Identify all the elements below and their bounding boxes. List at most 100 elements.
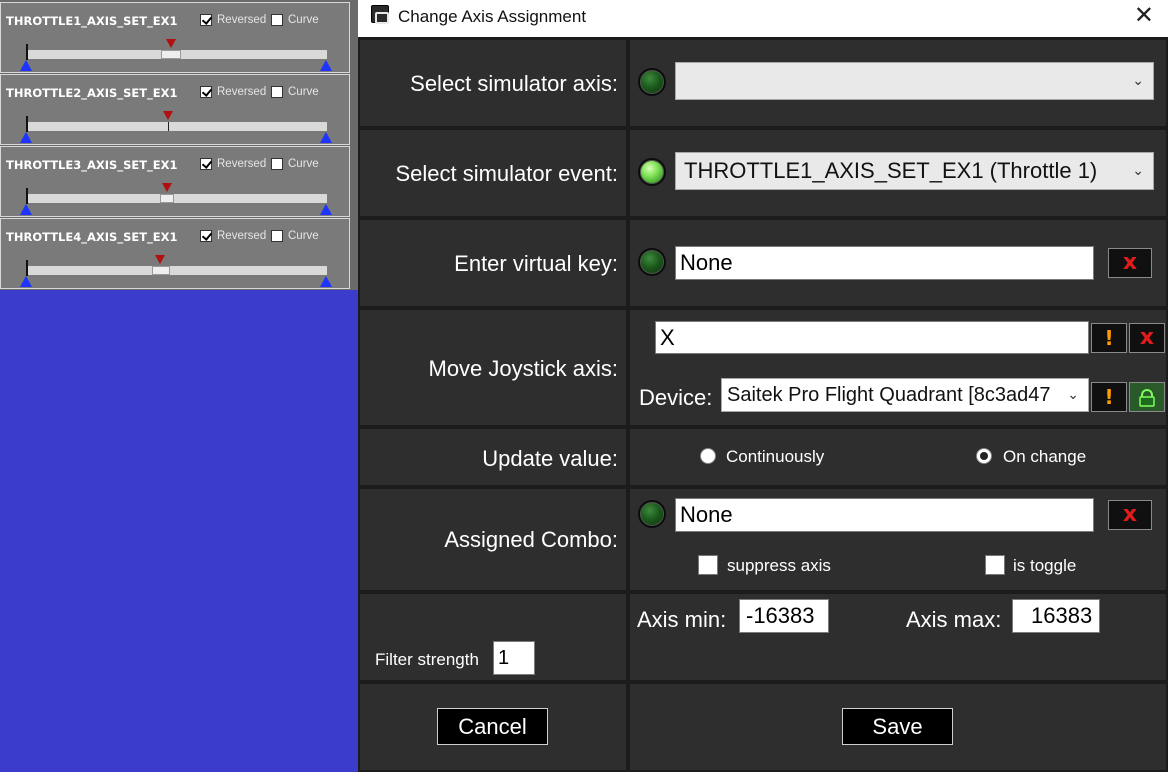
joystick-axis-value: X	[660, 325, 675, 350]
reversed-label: Reversed	[217, 14, 267, 26]
identify-axis-button[interactable]: !	[1091, 323, 1127, 353]
simulator-axis-label: Select simulator axis:	[410, 71, 618, 96]
reversed-checkbox[interactable]	[200, 86, 212, 98]
warning-icon: !	[1104, 326, 1114, 350]
curve-label: Curve	[288, 86, 319, 98]
filter-strength-value: 1	[498, 647, 510, 669]
identify-device-button[interactable]: !	[1091, 382, 1127, 412]
curve-checkbox[interactable]	[271, 86, 283, 98]
range-min-marker-icon[interactable]	[20, 204, 32, 215]
label-cell: Assigned Combo:	[360, 489, 626, 590]
simulator-axis-select[interactable]: ⌄	[675, 62, 1154, 100]
axis-slider-thumb[interactable]	[152, 266, 170, 275]
virtual-key-input[interactable]: None	[675, 246, 1094, 280]
label-cell: Cancel	[360, 684, 626, 770]
value-cell: None x suppress axis is toggle	[630, 489, 1166, 590]
axis-max-label: Axis max:	[906, 607, 1002, 632]
range-max-marker-icon[interactable]	[320, 60, 332, 71]
device-select[interactable]: Saitek Pro Flight Quadrant [8c3ad47 ⌄	[721, 378, 1089, 412]
range-max-marker-icon[interactable]	[320, 276, 332, 287]
filter-strength-input[interactable]: 1	[493, 641, 535, 675]
axis-slider-track[interactable]	[27, 266, 327, 275]
reversed-checkbox[interactable]	[200, 158, 212, 170]
assigned-combo-label: Assigned Combo:	[444, 527, 618, 552]
lock-icon	[1139, 389, 1155, 407]
clear-combo-button[interactable]: x	[1108, 500, 1152, 530]
on-change-radio[interactable]	[976, 448, 992, 464]
axis-slider-thumb[interactable]	[161, 50, 181, 59]
filter-strength-label: Filter strength	[375, 650, 479, 669]
label-cell: Filter strength 1	[360, 594, 626, 680]
axis-name: THROTTLE3_AXIS_SET_EX1	[6, 158, 178, 172]
axis-row: THROTTLE3_AXIS_SET_EX1 Reversed Curve	[0, 146, 350, 217]
axis-name: THROTTLE4_AXIS_SET_EX1	[6, 230, 178, 244]
device-label: Device:	[639, 385, 713, 410]
simulator-event-label: Select simulator event:	[395, 161, 618, 186]
virtual-key-value: None	[680, 250, 733, 275]
current-value-marker-icon	[163, 111, 173, 120]
clear-joystick-axis-button[interactable]: x	[1129, 323, 1165, 353]
is-toggle-checkbox[interactable]	[985, 555, 1005, 575]
chevron-down-icon: ⌄	[1132, 73, 1144, 89]
axis-slider-track[interactable]	[27, 122, 327, 131]
assigned-combo-led-icon	[638, 500, 666, 528]
close-icon: x	[1139, 325, 1155, 350]
assigned-combo-input[interactable]: None	[675, 498, 1094, 532]
joystick-axis-input[interactable]: X	[655, 321, 1089, 354]
range-max-marker-icon[interactable]	[320, 132, 332, 143]
chevron-down-icon: ⌄	[1132, 163, 1144, 179]
device-value: Saitek Pro Flight Quadrant [8c3ad47	[727, 384, 1051, 406]
axis-slider-thumb[interactable]	[160, 194, 174, 203]
value-cell: X ! x Device: Saitek Pro Flight Quadrant…	[630, 310, 1166, 425]
axis-row: THROTTLE4_AXIS_SET_EX1 Reversed Curve	[0, 218, 350, 289]
label-cell: Move Joystick axis:	[360, 310, 626, 425]
range-min-marker-icon[interactable]	[20, 276, 32, 287]
reversed-checkbox[interactable]	[200, 14, 212, 26]
range-min-marker-icon[interactable]	[20, 60, 32, 71]
chevron-down-icon: ⌄	[1064, 379, 1079, 411]
axis-min-input[interactable]: -16383	[739, 599, 829, 633]
current-value-marker-icon	[155, 255, 165, 264]
current-value-marker-icon	[166, 39, 176, 48]
simulator-event-led-icon	[638, 158, 666, 186]
curve-label: Curve	[288, 158, 319, 170]
value-cell: None x	[630, 220, 1166, 306]
reversed-checkbox[interactable]	[200, 230, 212, 242]
label-cell: Select simulator axis:	[360, 40, 626, 126]
range-min-marker-icon[interactable]	[20, 132, 32, 143]
warning-icon: !	[1104, 385, 1114, 409]
axis-slider-thumb[interactable]	[168, 122, 169, 131]
suppress-axis-checkbox[interactable]	[698, 555, 718, 575]
curve-checkbox[interactable]	[271, 14, 283, 26]
continuously-radio[interactable]	[700, 448, 716, 464]
value-cell: ⌄	[630, 40, 1166, 126]
save-button[interactable]: Save	[842, 708, 953, 745]
curve-checkbox[interactable]	[271, 158, 283, 170]
curve-checkbox[interactable]	[271, 230, 283, 242]
axis-name: THROTTLE1_AXIS_SET_EX1	[6, 14, 178, 28]
current-value-marker-icon	[162, 183, 172, 192]
reversed-label: Reversed	[217, 86, 267, 98]
virtual-key-led-icon	[638, 248, 666, 276]
title-bar[interactable]: Change Axis Assignment ✕	[358, 0, 1168, 37]
axis-slider-start	[26, 260, 28, 276]
close-button[interactable]: ✕	[1134, 3, 1154, 27]
axis-slider-start	[26, 116, 28, 132]
app-icon	[371, 5, 389, 24]
on-change-label: On change	[1003, 447, 1087, 466]
curve-label: Curve	[288, 14, 319, 26]
close-icon: x	[1122, 250, 1138, 275]
axis-max-input[interactable]: 16383	[1012, 599, 1100, 633]
range-max-marker-icon[interactable]	[320, 204, 332, 215]
clear-virtual-key-button[interactable]: x	[1108, 248, 1152, 278]
value-cell: Continuously On change	[630, 429, 1166, 485]
continuously-label: Continuously	[726, 447, 825, 466]
simulator-event-select[interactable]: THROTTLE1_AXIS_SET_EX1 (Throttle 1) ⌄	[675, 152, 1154, 190]
cancel-button[interactable]: Cancel	[437, 708, 548, 745]
axis-slider-track[interactable]	[27, 194, 327, 203]
is-toggle-label: is toggle	[1013, 556, 1077, 575]
virtual-key-label: Enter virtual key:	[454, 251, 618, 276]
lock-device-button[interactable]	[1129, 382, 1165, 412]
axis-row: THROTTLE2_AXIS_SET_EX1 Reversed Curve	[0, 74, 350, 145]
value-cell: THROTTLE1_AXIS_SET_EX1 (Throttle 1) ⌄	[630, 130, 1166, 216]
